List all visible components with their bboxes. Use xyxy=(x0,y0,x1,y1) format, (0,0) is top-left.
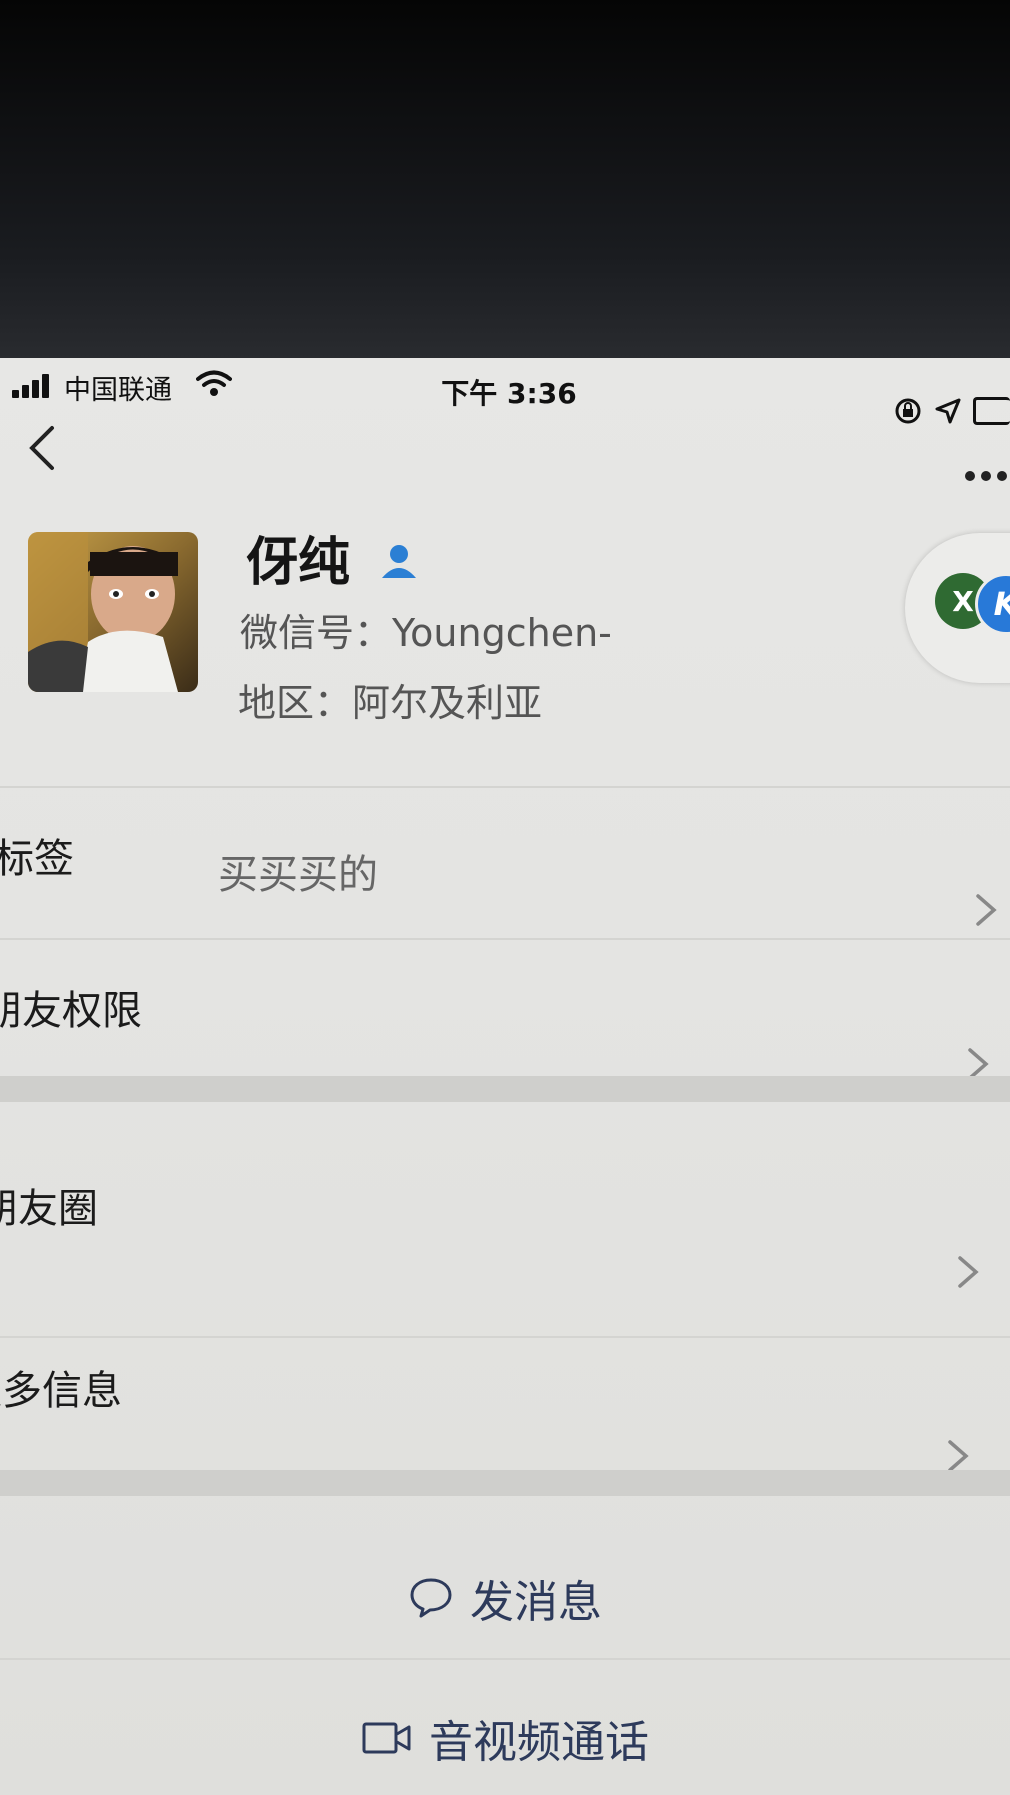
video-camera-icon xyxy=(362,1722,411,1754)
send-message-button[interactable]: 发消息 xyxy=(0,1553,1010,1643)
rotation-lock-icon xyxy=(895,398,921,424)
send-message-label: 发消息 xyxy=(470,1577,602,1628)
tags-chevron-icon[interactable] xyxy=(972,890,1000,930)
status-bar: 中国联通 下午 3:36 xyxy=(0,358,1010,428)
status-right-icons xyxy=(893,393,1010,429)
region-value: 阿尔及利亚 xyxy=(352,681,543,725)
avatar[interactable] xyxy=(28,532,198,692)
wechat-id-label: 微信号： xyxy=(240,611,393,655)
device-bezel xyxy=(0,0,1010,365)
tags-label: 标签 xyxy=(0,836,74,882)
tags-value: 买买买的 xyxy=(218,852,378,898)
battery-icon xyxy=(973,397,1010,425)
divider xyxy=(0,1658,1010,1660)
chat-bubble-icon xyxy=(410,1578,452,1618)
profile-name: 伢纯 xyxy=(246,533,351,593)
region: 地区：阿尔及利亚 xyxy=(238,672,542,727)
location-icon xyxy=(935,398,961,424)
divider xyxy=(0,1336,1010,1338)
screen: 中国联通 下午 3:36 伢纯 微信号：Youngchen- 地区：阿尔及利亚 … xyxy=(0,358,1010,1795)
more-info-label[interactable]: 更多信息 xyxy=(0,1358,122,1416)
friend-permissions-label[interactable]: 朋友权限 xyxy=(0,978,142,1036)
section-separator xyxy=(0,1470,1010,1496)
status-time: 下午 3:36 xyxy=(441,377,577,410)
contact-person-icon xyxy=(382,545,416,578)
wechat-id-value: Youngchen- xyxy=(392,611,612,655)
brand-badge[interactable]: X K xyxy=(905,533,1010,683)
video-call-label: 音视频通话 xyxy=(429,1717,649,1768)
video-call-button[interactable]: 音视频通话 xyxy=(0,1693,1010,1783)
moments-label[interactable]: 朋友圈 xyxy=(0,1176,98,1234)
back-icon[interactable] xyxy=(20,418,70,478)
wechat-id: 微信号：Youngchen- xyxy=(240,602,612,657)
divider xyxy=(0,786,1010,788)
more-options-icon[interactable] xyxy=(962,466,1010,486)
region-label: 地区： xyxy=(238,681,353,725)
divider xyxy=(0,938,1010,940)
section-separator xyxy=(0,1076,1010,1102)
moments-chevron-icon[interactable] xyxy=(954,1252,982,1292)
